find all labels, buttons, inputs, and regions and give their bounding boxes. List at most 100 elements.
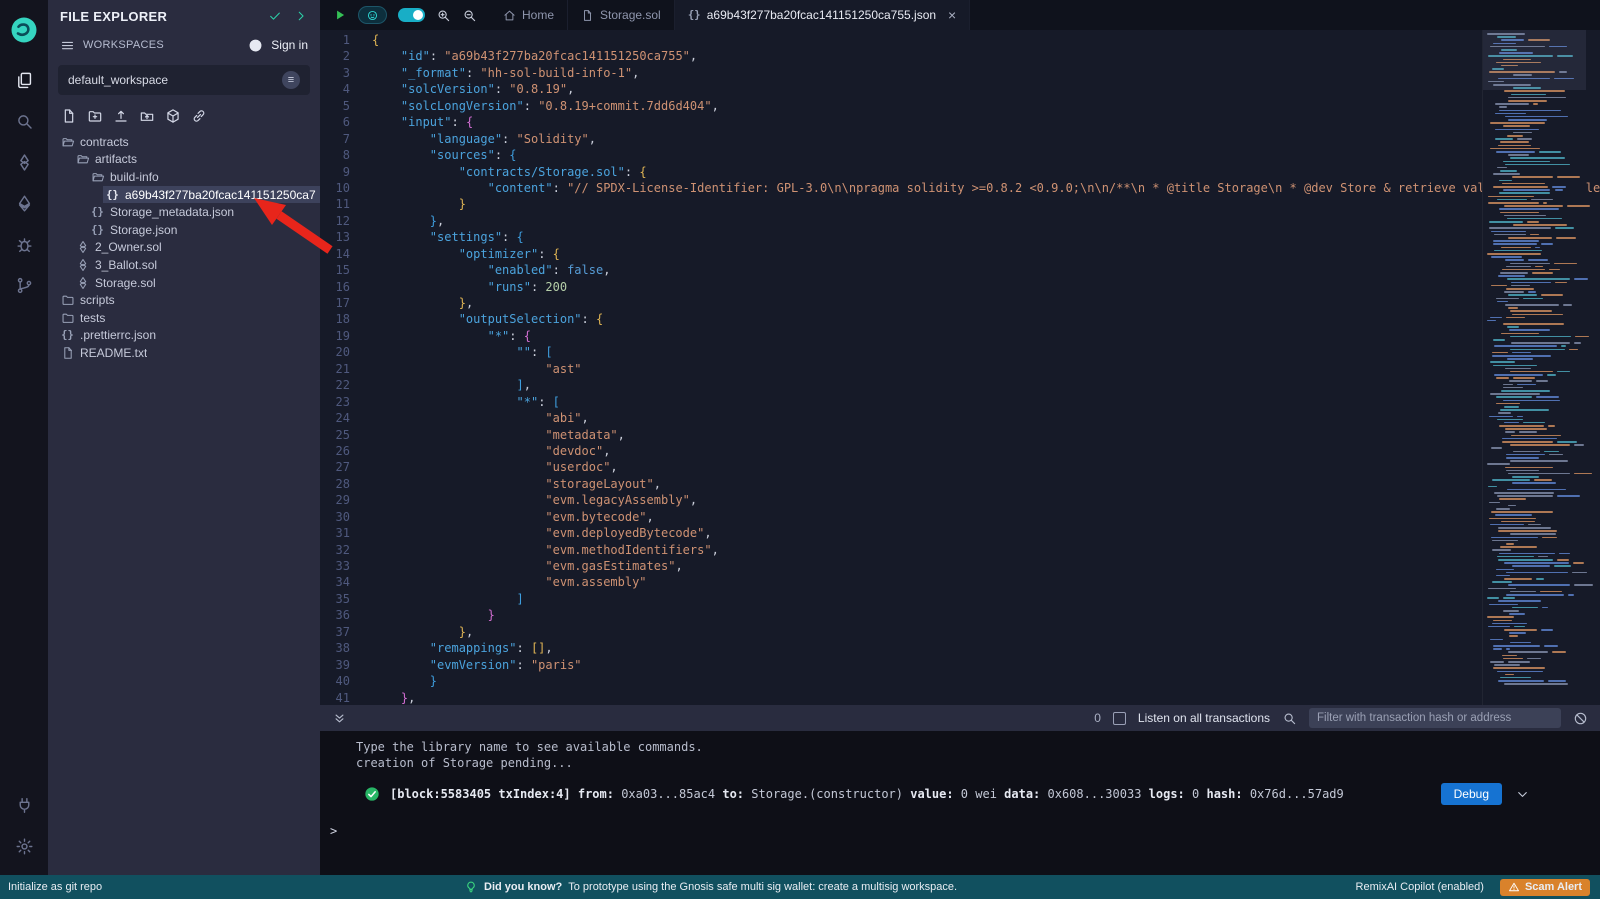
remix-ide-app: FILE EXPLORER WORKSPACES Sign in default…: [0, 0, 1600, 916]
tree-item-label: scripts: [80, 293, 115, 307]
minimap[interactable]: [1482, 30, 1586, 705]
zoom-in-icon[interactable]: [436, 8, 451, 23]
terminal: 0 Listen on all transactions Type the li…: [320, 705, 1600, 875]
code-line: 12 },: [320, 213, 1600, 229]
tree-item[interactable]: 2_Owner.sol: [73, 239, 320, 257]
code-line: 33 "evm.gasEstimates",: [320, 558, 1600, 574]
sign-in-button[interactable]: Sign in: [271, 38, 308, 52]
tab-home[interactable]: Home: [490, 0, 568, 30]
tree-item-label: Storage_metadata.json: [110, 205, 234, 219]
folder-icon: [60, 310, 75, 325]
json-icon: {}: [105, 187, 120, 202]
copilot-toggle[interactable]: [398, 8, 425, 22]
run-script-icon[interactable]: [333, 8, 347, 22]
debugger-icon[interactable]: [0, 225, 48, 263]
tree-item[interactable]: 3_Ballot.sol: [73, 256, 320, 274]
editor-column: Home Storage.sol {} a69b43f277ba20fcac14…: [320, 0, 1600, 875]
upload-folder-icon[interactable]: [139, 108, 155, 124]
code-line: 40 }: [320, 673, 1600, 689]
tree-item[interactable]: artifacts: [73, 151, 320, 169]
page-margin: [0, 899, 1600, 916]
minimap-viewport: [1483, 30, 1586, 90]
tree-item-label: README.txt: [80, 346, 147, 360]
code-line: 23 "*": [: [320, 394, 1600, 410]
tree-item-label: 2_Owner.sol: [95, 240, 162, 254]
workspaces-row: WORKSPACES Sign in: [48, 32, 320, 58]
chevron-right-icon[interactable]: [294, 9, 308, 23]
code-line: 4 "solcVersion": "0.8.19",: [320, 81, 1600, 97]
clear-console-icon[interactable]: [1573, 711, 1588, 726]
tree-item[interactable]: README.txt: [58, 344, 320, 362]
tab-label: Storage.sol: [600, 8, 661, 22]
terminal-collapse-icon[interactable]: [332, 711, 347, 726]
code-line: 25 "metadata",: [320, 427, 1600, 443]
terminal-header: 0 Listen on all transactions: [320, 705, 1600, 731]
listen-all-checkbox[interactable]: [1113, 712, 1126, 725]
folder-open-icon: [75, 152, 90, 167]
code-line: 39 "evmVersion": "paris": [320, 657, 1600, 673]
remix-logo[interactable]: [0, 8, 48, 52]
caret-down-icon[interactable]: [1515, 787, 1530, 802]
new-folder-icon[interactable]: [87, 108, 103, 124]
cube-icon[interactable]: [165, 108, 181, 124]
code-line: 24 "abi",: [320, 410, 1600, 426]
terminal-filter-input[interactable]: [1309, 708, 1561, 728]
terminal-log: Type the library name to see available c…: [320, 731, 1600, 771]
tab-storage-sol[interactable]: Storage.sol: [568, 0, 675, 30]
file-explorer-panel: FILE EXPLORER WORKSPACES Sign in default…: [48, 0, 320, 875]
workspace-select[interactable]: default_workspace ≡: [58, 65, 310, 95]
settings-icon[interactable]: [0, 827, 48, 865]
solidity-compiler-icon[interactable]: [0, 143, 48, 181]
hamburger-icon[interactable]: [60, 38, 75, 53]
code-line: 8 "sources": {: [320, 147, 1600, 163]
git-icon[interactable]: [0, 266, 48, 304]
code-line: 38 "remappings": [],: [320, 640, 1600, 656]
minimap-content: [1483, 30, 1586, 705]
transaction-log-row[interactable]: [block:5583405 txIndex:4] from: 0xa03...…: [364, 786, 1600, 802]
workspace-options-icon[interactable]: ≡: [282, 71, 300, 89]
copilot-status[interactable]: RemixAI Copilot (enabled): [1356, 881, 1484, 893]
code-editor[interactable]: 1{2 "id": "a69b43f277ba20fcac141151250ca…: [320, 30, 1600, 705]
json-icon: {}: [90, 205, 105, 220]
tree-item[interactable]: build-info: [88, 168, 320, 186]
file-explorer-icon[interactable]: [0, 61, 48, 99]
code-line: 14 "optimizer": {: [320, 246, 1600, 262]
tree-item[interactable]: {}.prettierrc.json: [58, 327, 320, 345]
zoom-out-icon[interactable]: [462, 8, 477, 23]
link-icon[interactable]: [191, 108, 207, 124]
tab-label: a69b43f277ba20fcac141151250ca755.json: [707, 8, 936, 22]
home-icon: [503, 9, 516, 22]
code-line: 22 ],: [320, 377, 1600, 393]
search-icon[interactable]: [0, 102, 48, 140]
deploy-run-icon[interactable]: [0, 184, 48, 222]
tree-item[interactable]: {}Storage.json: [88, 221, 320, 239]
code-line: 31 "evm.deployedBytecode",: [320, 525, 1600, 541]
tab-build-info-json[interactable]: {} a69b43f277ba20fcac141151250ca755.json…: [675, 0, 971, 30]
code-line: 10 "content": "// SPDX-License-Identifie…: [320, 180, 1600, 196]
tree-item[interactable]: tests: [58, 309, 320, 327]
tree-item[interactable]: {}a69b43f277ba20fcac141151250ca7...: [103, 186, 320, 204]
file-tree: contractsartifactsbuild-info{}a69b43f277…: [48, 133, 320, 362]
solidity-icon: [75, 275, 90, 290]
tree-item[interactable]: scripts: [58, 291, 320, 309]
terminal-prompt[interactable]: >: [330, 824, 1600, 838]
upload-file-icon[interactable]: [113, 108, 129, 124]
code-line: 35 ]: [320, 591, 1600, 607]
new-file-icon[interactable]: [61, 108, 77, 124]
solidity-icon: [75, 257, 90, 272]
tree-item[interactable]: contracts: [58, 133, 320, 151]
tree-item[interactable]: {} Storage_metadata.json: [88, 203, 320, 221]
debug-button[interactable]: Debug: [1441, 783, 1502, 805]
json-icon: {}: [90, 222, 105, 237]
tree-item[interactable]: Storage.sol: [73, 274, 320, 292]
terminal-body: Type the library name to see available c…: [320, 731, 1600, 875]
ai-assistant-badge[interactable]: [358, 6, 387, 24]
tip-text: To prototype using the Gnosis safe multi…: [568, 881, 957, 893]
close-tab-icon[interactable]: ×: [948, 8, 956, 22]
scam-alert-badge[interactable]: Scam Alert: [1500, 879, 1590, 896]
panel-header: FILE EXPLORER: [48, 0, 320, 32]
git-init-button[interactable]: Initialize as git repo: [0, 881, 330, 893]
plugin-manager-icon[interactable]: [0, 786, 48, 824]
activity-bar-top: [0, 8, 48, 304]
tx-count: 0: [1094, 711, 1101, 725]
